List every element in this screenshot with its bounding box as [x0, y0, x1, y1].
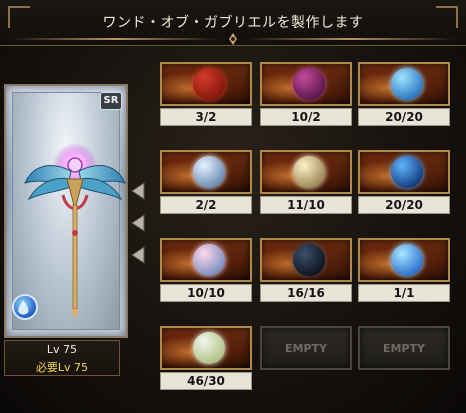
material-count: 11/10 [260, 196, 352, 214]
arrow-left-icon [131, 214, 145, 232]
dark-crystal-icon [293, 244, 325, 276]
empty-label: EMPTY [383, 342, 425, 355]
material-slot[interactable]: 10/2 [260, 62, 352, 126]
material-frame [160, 326, 252, 370]
required-level: 必要Lv 75 [35, 361, 89, 374]
material-frame [260, 150, 352, 194]
silver-leaf-icon [193, 332, 225, 364]
water-orb-icon [391, 68, 423, 100]
material-slot[interactable]: 46/30 [160, 326, 252, 390]
golden-angel-orb-icon [293, 156, 325, 188]
spirit-wisp-icon [293, 68, 325, 100]
page-title: ワンド・オブ・ガブリエルを製作します [102, 15, 364, 31]
divider-right [246, 38, 456, 40]
empty-slot: EMPTY [358, 326, 450, 390]
material-slot[interactable]: 3/2 [160, 62, 252, 126]
divider-left [10, 38, 220, 40]
arrow-left-icon [131, 246, 145, 264]
empty-frame: EMPTY [358, 326, 450, 370]
material-slot[interactable]: 1/1 [358, 238, 450, 302]
level-info-box: Lv 75 必要Lv 75 [4, 340, 120, 376]
silver-fairy-orb-icon [193, 156, 225, 188]
material-slot[interactable]: 11/10 [260, 150, 352, 214]
material-count: 20/20 [358, 196, 450, 214]
material-slot[interactable]: 10/10 [160, 238, 252, 302]
material-count: 2/2 [160, 196, 252, 214]
material-frame [160, 238, 252, 282]
material-count: 20/20 [358, 108, 450, 126]
material-frame [260, 238, 352, 282]
weapon-card[interactable]: SR [4, 84, 128, 338]
water-element-icon [12, 294, 38, 320]
material-slot[interactable]: 20/20 [358, 62, 450, 126]
crafting-screen: ワンド・オブ・ガブリエルを製作します SR Lv 75 必要Lv 75 3/2 … [0, 0, 466, 413]
material-count: 3/2 [160, 108, 252, 126]
material-count: 1/1 [358, 284, 450, 302]
material-slot[interactable]: 2/2 [160, 150, 252, 214]
blue-halo-icon [391, 244, 423, 276]
pink-fairy-orb-icon [193, 244, 225, 276]
material-frame [260, 62, 352, 106]
material-slot[interactable]: 20/20 [358, 150, 450, 214]
arrow-left-icon [131, 182, 145, 200]
winged-staff-icon [24, 143, 126, 319]
material-frame [358, 238, 450, 282]
material-slot[interactable]: 16/16 [260, 238, 352, 302]
material-count: 10/2 [260, 108, 352, 126]
material-frame [160, 62, 252, 106]
empty-label: EMPTY [285, 342, 327, 355]
material-frame [160, 150, 252, 194]
red-scroll-icon [193, 68, 225, 100]
material-count: 10/10 [160, 284, 252, 302]
material-frame [358, 150, 450, 194]
weapon-level: Lv 75 [46, 343, 78, 356]
divider-ornament-icon [229, 33, 237, 45]
deep-blue-orb-icon [391, 156, 423, 188]
material-frame [358, 62, 450, 106]
material-count: 46/30 [160, 372, 252, 390]
material-count: 16/16 [260, 284, 352, 302]
header-bar: ワンド・オブ・ガブリエルを製作します [0, 0, 466, 46]
empty-slot: EMPTY [260, 326, 352, 390]
rarity-badge: SR [100, 92, 122, 110]
empty-frame: EMPTY [260, 326, 352, 370]
